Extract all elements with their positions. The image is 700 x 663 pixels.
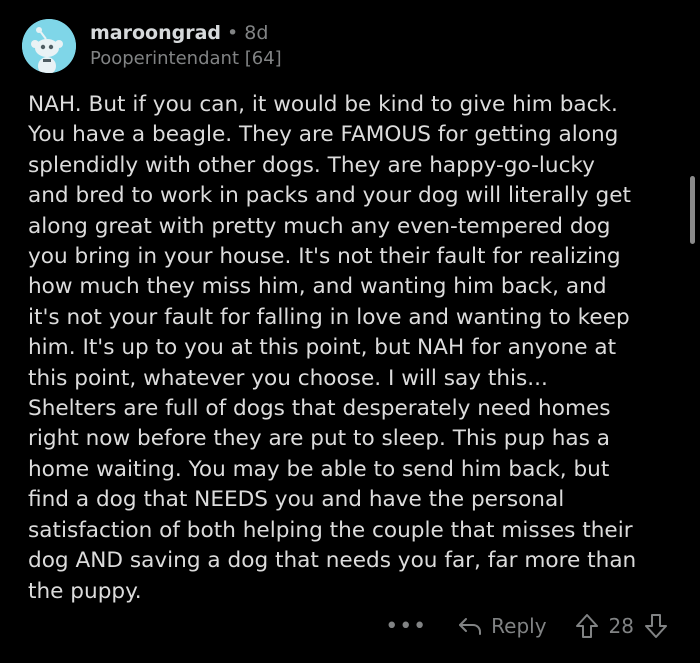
reply-label: Reply xyxy=(491,614,547,638)
vote-score: 28 xyxy=(608,614,634,638)
comment-meta: maroongrad • 8d Pooperintendant [64] xyxy=(90,21,282,71)
downvote-arrow-icon[interactable] xyxy=(644,613,668,639)
comment-age: 8d xyxy=(244,22,269,44)
snoo-avatar-icon xyxy=(22,19,76,73)
comment-body: NAH. But if you can, it would be kind to… xyxy=(28,92,637,604)
comment-actions: ••• Reply 28 xyxy=(385,609,668,643)
more-options-button[interactable]: ••• xyxy=(385,614,427,639)
meta-separator: • xyxy=(227,22,239,44)
avatar[interactable] xyxy=(22,19,76,73)
meta-top-row: maroongrad • 8d xyxy=(90,21,282,45)
vote-controls: 28 xyxy=(575,613,668,639)
username-link[interactable]: maroongrad xyxy=(90,21,221,45)
comment-header: maroongrad • 8d Pooperintendant [64] xyxy=(22,18,282,74)
upvote-arrow-icon[interactable] xyxy=(575,613,599,639)
scrollbar-thumb[interactable] xyxy=(690,176,695,244)
user-flair: Pooperintendant [64] xyxy=(90,48,282,69)
reply-button[interactable]: Reply xyxy=(457,614,547,638)
reply-arrow-icon xyxy=(459,618,482,635)
